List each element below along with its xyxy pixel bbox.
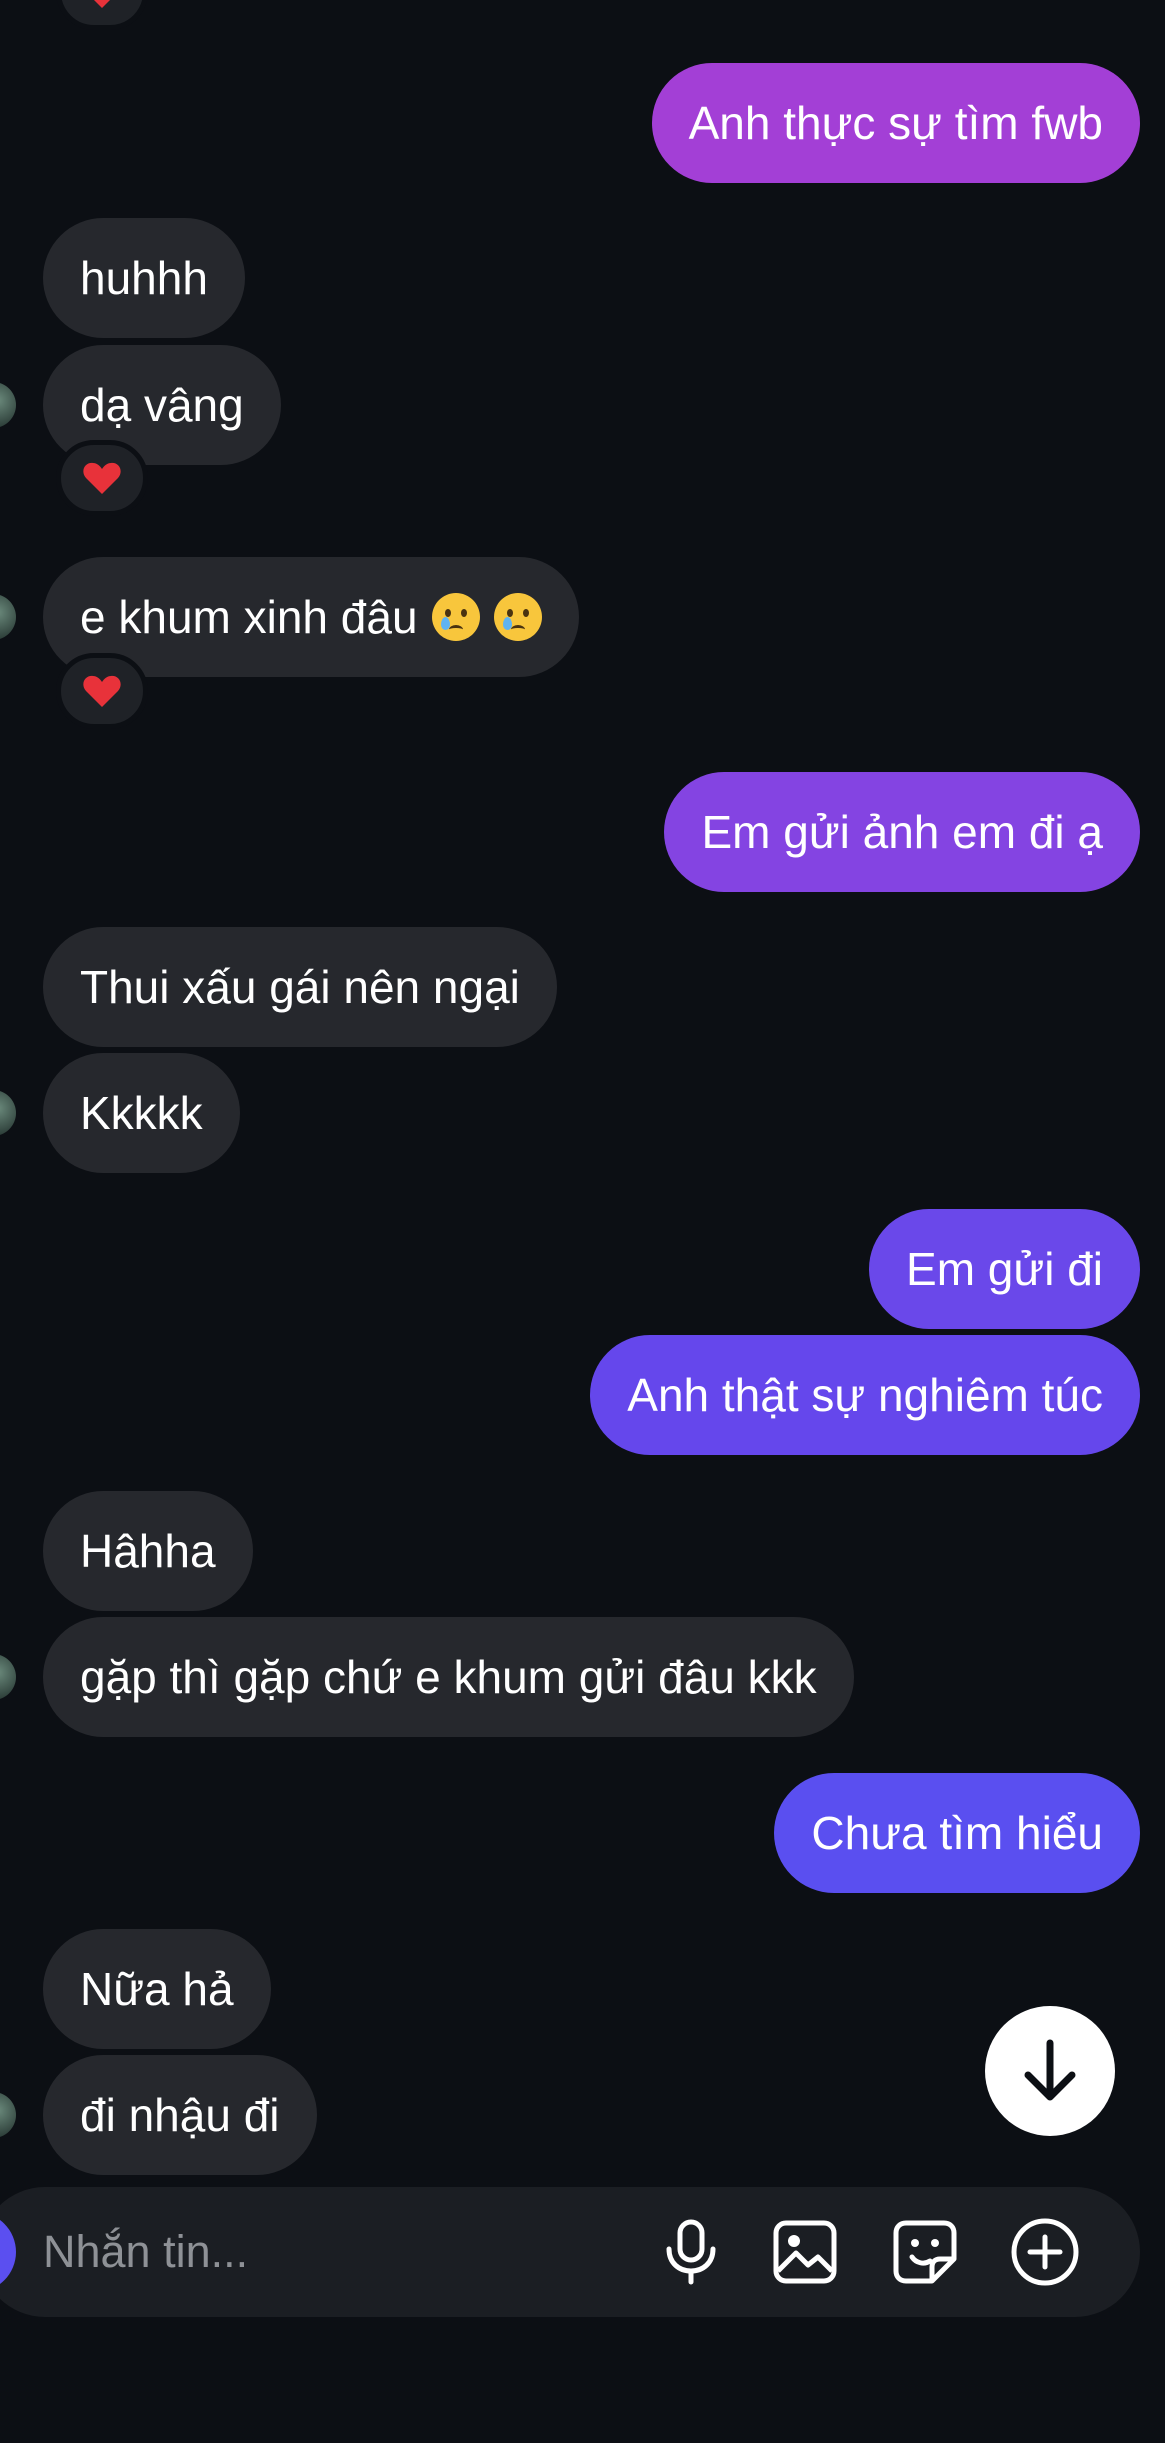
avatar[interactable] [0, 2092, 16, 2138]
arrow-down-icon [1024, 2039, 1076, 2101]
message-text: Nữa hả [80, 1963, 234, 2015]
message-text: Em gửi đi [906, 1243, 1103, 1295]
message-outgoing[interactable]: Anh thực sự tìm fwb [651, 63, 1140, 183]
message-text: Hâhha [80, 1525, 216, 1577]
avatar[interactable] [0, 382, 16, 428]
message-incoming[interactable]: gặp thì gặp chứ e khum gửi đâu kkk [0, 1617, 854, 1737]
message-incoming[interactable]: Thui xấu gái nên ngại [43, 927, 557, 1047]
message-incoming[interactable]: huhhh [43, 218, 245, 338]
image-icon [773, 2220, 837, 2284]
message-outgoing[interactable]: Anh thật sự nghiêm túc [590, 1335, 1140, 1455]
message-text: đi nhậu đi [80, 2089, 280, 2141]
message-incoming[interactable]: Kkkkk [0, 1053, 240, 1173]
gallery-button[interactable] [770, 2217, 840, 2287]
reaction-heart[interactable] [56, 440, 148, 516]
microphone-icon [666, 2219, 716, 2285]
message-text: Chưa tìm hiểu [811, 1807, 1103, 1859]
message-text: Kkkkk [80, 1087, 203, 1139]
avatar[interactable] [0, 594, 16, 640]
message-text: huhhh [80, 252, 208, 304]
message-text: Anh thật sự nghiêm túc [627, 1369, 1103, 1421]
message-incoming[interactable]: Hâhha [43, 1491, 253, 1611]
crying-face-icon [493, 593, 542, 641]
add-button[interactable] [1010, 2217, 1080, 2287]
message-text: gặp thì gặp chứ e khum gửi đâu kkk [80, 1651, 817, 1703]
message-text: Em gửi ảnh em đi ạ [701, 806, 1103, 858]
message-incoming[interactable]: đi nhậu đi [0, 2055, 317, 2175]
scroll-to-bottom-button[interactable] [985, 2006, 1115, 2136]
message-input[interactable]: Nhắn tin... [43, 2217, 603, 2287]
message-outgoing[interactable]: Em gửi ảnh em đi ạ [664, 772, 1140, 892]
reaction-heart[interactable] [56, 653, 148, 729]
message-text: e khum xinh đâu [80, 591, 418, 643]
add-icon [1011, 2218, 1079, 2286]
sticker-icon [893, 2220, 957, 2284]
message-text: Thui xấu gái nên ngại [80, 961, 520, 1013]
crying-face-icon [431, 593, 480, 641]
reaction-heart-partial[interactable] [56, 0, 148, 30]
message-text: dạ vâng [80, 379, 244, 431]
heart-icon [94, 0, 110, 8]
message-incoming[interactable]: Nữa hả [43, 1929, 271, 2049]
sticker-button[interactable] [890, 2217, 960, 2287]
chat-screen: Anh thực sự tìm fwb huhhh dạ vâng e khum… [0, 0, 1165, 2443]
message-outgoing[interactable]: Chưa tìm hiểu [774, 1773, 1140, 1893]
microphone-button[interactable] [656, 2217, 726, 2287]
avatar[interactable] [0, 1090, 16, 1136]
message-outgoing[interactable]: Em gửi đi [869, 1209, 1140, 1329]
heart-icon [83, 462, 121, 494]
message-text: Anh thực sự tìm fwb [688, 97, 1103, 149]
avatar[interactable] [0, 1654, 16, 1700]
heart-icon [83, 675, 121, 707]
